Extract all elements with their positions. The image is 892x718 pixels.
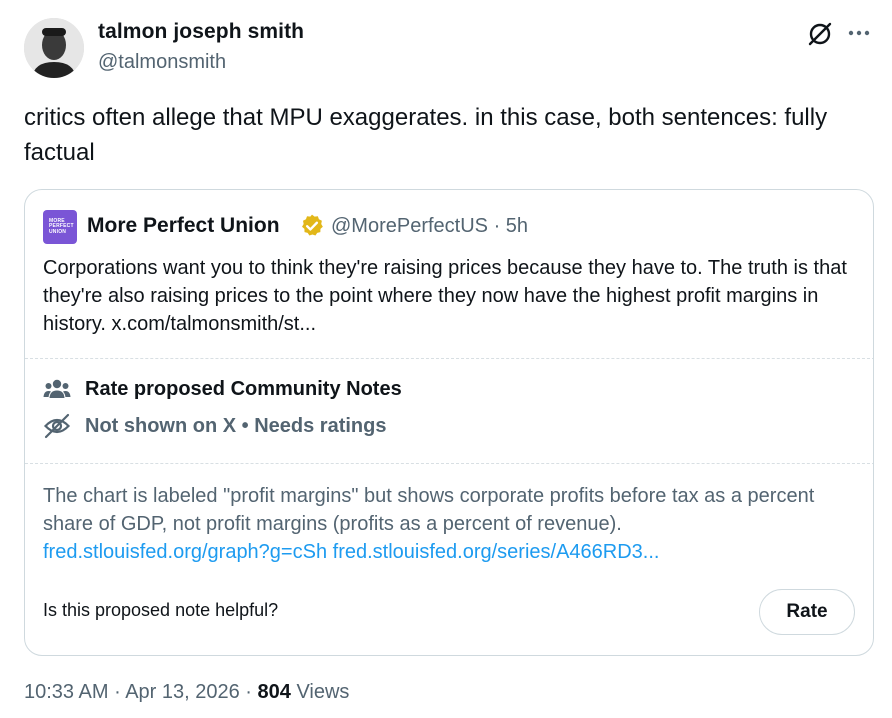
community-notes-status: Not shown on X • Needs ratings: [43, 413, 386, 439]
community-notes-header[interactable]: Rate proposed Community Notes: [43, 377, 402, 401]
helpful-question: Is this proposed note helpful?: [43, 600, 279, 620]
tweet-date[interactable]: Apr 13, 2026: [125, 681, 240, 703]
divider: [25, 463, 873, 464]
meta-separator: ·: [239, 681, 258, 703]
note-source-link[interactable]: fred.stlouisfed.org/graph?g=cSh: [43, 541, 327, 563]
views-label: Views: [296, 681, 350, 703]
quoted-timestamp[interactable]: 5h: [506, 215, 528, 237]
author-name[interactable]: talmon joseph smith: [98, 20, 304, 44]
tweet: talmon joseph smith @talmonsmith critics…: [0, 0, 892, 718]
grok-icon[interactable]: [806, 20, 834, 48]
quoted-avatar-line-3: UNION: [49, 228, 67, 235]
quoted-avatar[interactable]: MORE PERFECT UNION: [43, 210, 77, 244]
author-handle[interactable]: @talmonsmith: [98, 51, 226, 74]
tweet-meta: 10:33 AM · Apr 13, 2026 · 804 Views: [24, 681, 349, 704]
meta-separator: ·: [108, 681, 126, 703]
quoted-author-name[interactable]: More Perfect Union: [87, 214, 280, 238]
community-notes-status-text: Not shown on X • Needs ratings: [85, 414, 387, 437]
quoted-author-handle[interactable]: @MorePerfectUS: [331, 215, 488, 237]
quoted-tweet-card[interactable]: MORE PERFECT UNION More Perfect Union @M…: [24, 189, 874, 656]
tweet-time[interactable]: 10:33 AM: [24, 681, 109, 703]
note-source-link[interactable]: fred.stlouisfed.org/series/A466RD3...: [333, 541, 660, 563]
rate-button[interactable]: Rate: [759, 589, 855, 635]
community-note-text: The chart is labeled "profit margins" bu…: [43, 485, 815, 535]
tweet-text: critics often allege that MPU exaggerate…: [24, 104, 828, 166]
quoted-tweet-text: Corporations want you to think they're r…: [43, 257, 847, 335]
people-icon: [43, 377, 71, 401]
community-notes-title: Rate proposed Community Notes: [85, 377, 402, 400]
eye-off-icon: [43, 413, 71, 439]
more-icon[interactable]: [846, 22, 872, 44]
quoted-separator: ·: [488, 215, 506, 237]
quoted-handle-time: @MorePerfectUS · 5h: [331, 215, 528, 238]
community-note-body: The chart is labeled "profit margins" bu…: [43, 482, 863, 566]
divider: [25, 358, 873, 359]
author-avatar[interactable]: [24, 18, 84, 78]
views-count[interactable]: 804: [258, 681, 291, 703]
verified-badge-icon: [299, 213, 325, 239]
